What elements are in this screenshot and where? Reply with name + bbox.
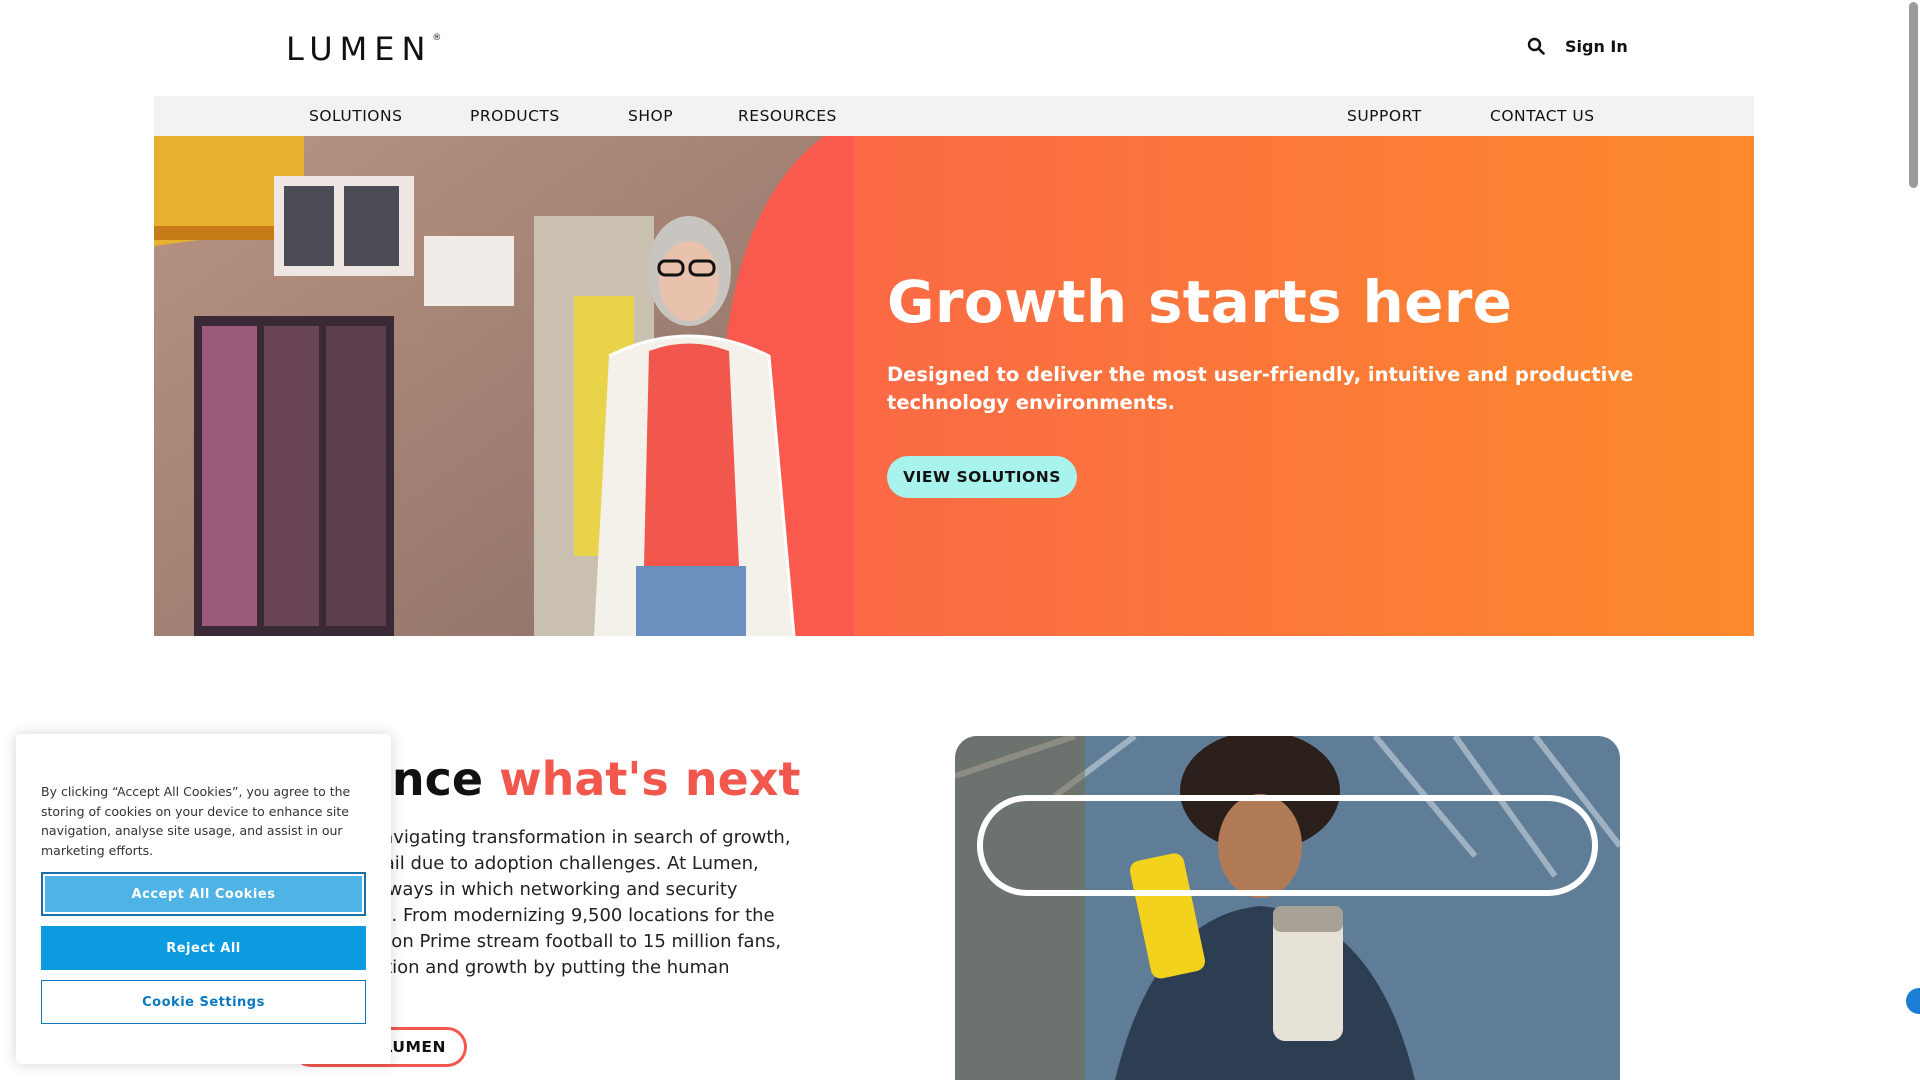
cookie-banner: By clicking “Accept All Cookies”, you ag… bbox=[16, 734, 391, 1064]
experience-heading-accent: what's next bbox=[499, 752, 801, 806]
cookie-settings-button[interactable]: Cookie Settings bbox=[41, 980, 366, 1024]
hero-banner: Growth starts here Designed to deliver t… bbox=[154, 136, 1754, 636]
cookie-consent-text: By clicking “Accept All Cookies”, you ag… bbox=[41, 784, 351, 858]
main-nav: SOLUTIONS PRODUCTS SHOP RESOURCES SUPPOR… bbox=[154, 96, 1754, 136]
search-icon[interactable] bbox=[1527, 37, 1545, 55]
experience-image bbox=[955, 736, 1620, 1080]
nav-support[interactable]: SUPPORT bbox=[1347, 96, 1422, 136]
hero-image bbox=[154, 136, 854, 636]
lumen-logo[interactable]: LUMEN® bbox=[286, 30, 441, 68]
registered-mark: ® bbox=[432, 33, 442, 44]
nav-shop[interactable]: SHOP bbox=[628, 96, 673, 136]
reject-all-button[interactable]: Reject All bbox=[41, 926, 366, 970]
nav-contact-us[interactable]: CONTACT US bbox=[1490, 96, 1595, 136]
view-solutions-button[interactable]: VIEW SOLUTIONS bbox=[887, 456, 1077, 498]
accept-all-cookies-button[interactable]: Accept All Cookies bbox=[41, 872, 366, 916]
sign-in-link[interactable]: Sign In bbox=[1565, 37, 1628, 56]
nav-products[interactable]: PRODUCTS bbox=[470, 96, 560, 136]
hero-title: Growth starts here bbox=[887, 268, 1513, 336]
scrollbar-thumb[interactable] bbox=[1909, 2, 1918, 188]
logo-text: LUMEN bbox=[286, 30, 433, 68]
hero-subtitle: Designed to deliver the most user-friend… bbox=[887, 363, 1634, 414]
nav-solutions[interactable]: SOLUTIONS bbox=[309, 96, 402, 136]
nav-resources[interactable]: RESOURCES bbox=[738, 96, 837, 136]
